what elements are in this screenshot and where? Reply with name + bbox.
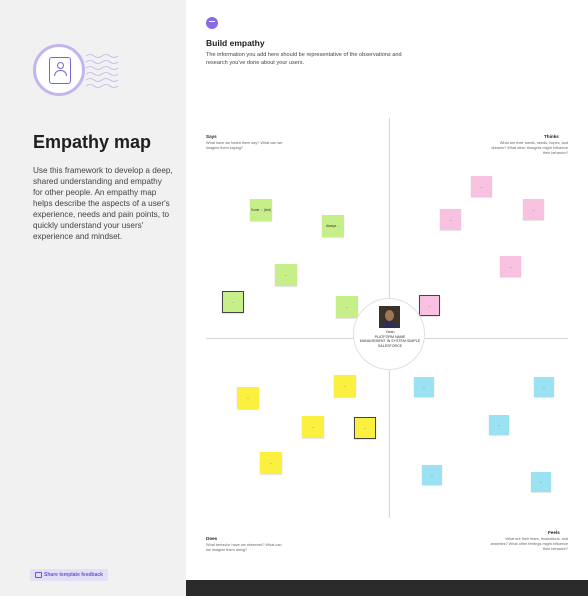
quadrant-says-sub: What have we heard them say? What can we…: [206, 141, 283, 150]
sticky-note[interactable]: Always ...: [322, 215, 344, 237]
sticky-note[interactable]: ...: [471, 176, 492, 197]
sticky-note[interactable]: ...: [334, 375, 356, 397]
step-icon: [206, 17, 218, 29]
sticky-note[interactable]: ...: [534, 377, 554, 397]
share-feedback-button[interactable]: Share template feedback: [30, 569, 108, 581]
sticky-note[interactable]: ...: [523, 199, 544, 220]
sticky-note[interactable]: ...: [414, 377, 434, 397]
sticky-note[interactable]: ...: [440, 209, 461, 230]
section-subtitle: The information you add here should be r…: [206, 52, 402, 66]
quadrant-says-title: Says: [206, 134, 217, 139]
sticky-note[interactable]: ...: [419, 295, 440, 316]
sticky-note[interactable]: ...: [237, 387, 259, 409]
sticky-note[interactable]: ...: [302, 416, 324, 438]
section-title: Build empathy: [206, 38, 265, 48]
sticky-note[interactable]: ...: [275, 264, 297, 286]
sidebar: Empathy map Use this framework to develo…: [0, 0, 186, 596]
feedback-label: Share template feedback: [44, 572, 103, 578]
canvas[interactable]: Build empathy The information you add he…: [186, 0, 588, 596]
feedback-icon: [35, 571, 43, 578]
quadrant-does-sub: What behavior have we observed? What can…: [206, 543, 282, 552]
quadrant-feels-title: Feels: [548, 530, 560, 535]
template-hero: [0, 0, 186, 112]
bottom-toolbar: [186, 580, 588, 596]
sticky-note[interactable]: ...: [422, 465, 442, 485]
sticky-note[interactable]: Some ... (text): [250, 199, 272, 221]
sticky-note[interactable]: ...: [222, 291, 244, 313]
quadrant-feels-sub: What are their fears, frustrations, and …: [490, 537, 568, 551]
quadrant-does-title: Does: [206, 536, 218, 541]
sticky-note[interactable]: ...: [500, 256, 521, 277]
sticky-note[interactable]: ...: [489, 415, 509, 435]
quadrant-thinks-title: Thinks: [544, 134, 559, 139]
wave-pattern-icon: [86, 54, 119, 88]
template-description: Use this framework to develop a deep, sh…: [33, 166, 173, 241]
quadrant-thinks-sub: What are their wants, needs, hopes, and …: [491, 141, 568, 155]
persona-name: Yanin PLATFORM NAME MANAGEMENT IN SYSTEM…: [359, 330, 421, 348]
template-title: Empathy map: [33, 132, 152, 152]
avatar: [379, 306, 400, 328]
sticky-note[interactable]: ...: [354, 417, 376, 439]
persona-card[interactable]: Yanin PLATFORM NAME MANAGEMENT IN SYSTEM…: [353, 298, 425, 370]
sticky-note[interactable]: ...: [336, 296, 358, 318]
sticky-note[interactable]: ...: [260, 452, 282, 474]
sticky-note[interactable]: ...: [531, 472, 551, 492]
persona-badge-icon: [33, 44, 85, 96]
